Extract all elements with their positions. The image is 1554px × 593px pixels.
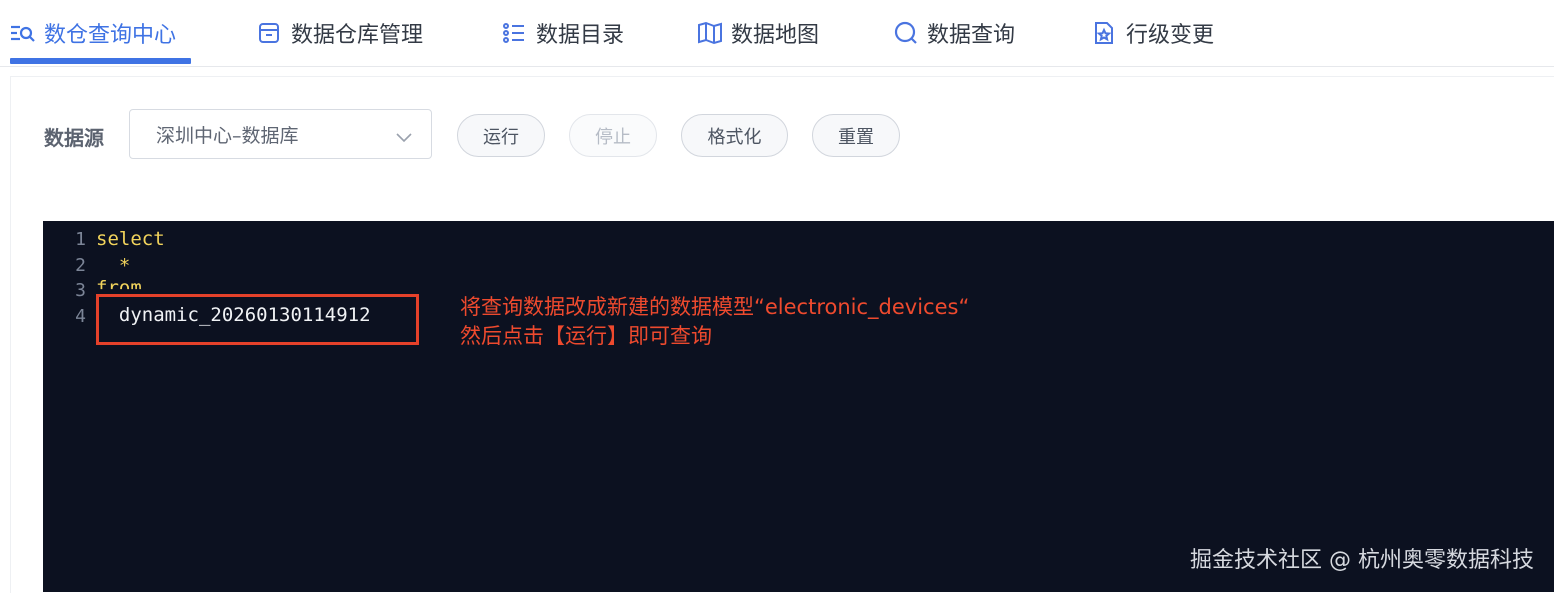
datasource-label: 数据源 <box>44 126 104 150</box>
tab-query-center[interactable]: 数仓查询中心 <box>10 0 176 66</box>
active-tab-indicator <box>10 58 191 64</box>
line-number: 4 <box>75 306 86 327</box>
code-line: select <box>96 228 165 250</box>
datasource-select[interactable]: 深圳中心–数据库 <box>129 109 432 159</box>
code-line: * <box>96 255 131 277</box>
top-tab-bar: 数仓查询中心 数据仓库管理 数据目录 数据地图 数据查询 行级变更 <box>0 0 1554 67</box>
stop-button[interactable]: 停止 <box>569 114 657 157</box>
tab-label: 数仓查询中心 <box>44 23 177 48</box>
annotation-highlight-box <box>96 294 419 345</box>
tab-data-map[interactable]: 数据地图 <box>697 0 819 66</box>
tab-data-catalog[interactable]: 数据目录 <box>502 0 624 66</box>
chevron-down-icon <box>395 127 413 143</box>
file-star-icon <box>1092 21 1116 45</box>
tab-label: 数据地图 <box>731 23 820 48</box>
tab-label: 数据目录 <box>536 23 625 48</box>
watermark: 掘金技术社区 @ 杭州奥零数据科技 <box>1190 548 1534 573</box>
search-icon <box>893 21 917 45</box>
annotation-line-2: 然后点击【运行】即可查询 <box>460 324 712 348</box>
datasource-value: 深圳中心–数据库 <box>156 124 299 147</box>
line-number: 3 <box>75 280 86 301</box>
search-list-icon <box>10 21 35 45</box>
tab-row-level-change[interactable]: 行级变更 <box>1092 0 1214 66</box>
line-number: 2 <box>75 255 86 276</box>
reset-button[interactable]: 重置 <box>812 114 900 157</box>
annotation-line-1: 将查询数据改成新建的数据模型“electronic_devices“ <box>460 295 970 319</box>
run-button[interactable]: 运行 <box>457 114 545 157</box>
archive-box-icon <box>257 21 281 45</box>
annotation-text: 将查询数据改成新建的数据模型“electronic_devices“ 然后点击【… <box>460 293 969 351</box>
tab-label: 数据查询 <box>927 23 1016 48</box>
tab-data-query[interactable]: 数据查询 <box>893 0 1015 66</box>
tab-label: 数据仓库管理 <box>291 23 424 48</box>
tab-warehouse-management[interactable]: 数据仓库管理 <box>257 0 423 66</box>
sql-editor[interactable]: 1 select 2 * 3 from 4 dynamic_2026013011… <box>43 221 1554 592</box>
format-button[interactable]: 格式化 <box>681 114 788 157</box>
tab-label: 行级变更 <box>1126 23 1215 48</box>
line-number: 1 <box>75 229 86 250</box>
map-icon <box>697 21 722 45</box>
list-icon <box>502 21 526 45</box>
